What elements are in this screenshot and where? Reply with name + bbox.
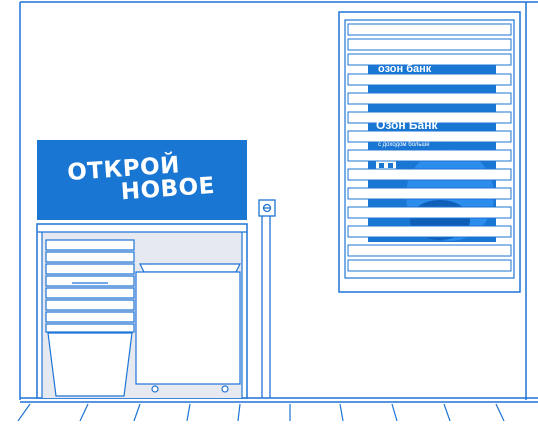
tray [45,239,135,251]
tray [45,275,135,287]
tray [45,299,135,311]
illustration-scene: озон банк Озон Банк с доходом больше ОТК… [0,0,538,422]
blind-slat [347,225,512,238]
tray [45,323,135,333]
tray-bin [47,332,133,397]
window [338,11,521,293]
blind-slat [347,73,512,86]
socket [258,199,276,398]
storage-box [135,263,241,393]
blind-slat [347,53,512,66]
blind-slat [347,149,512,162]
blind-slat [347,23,512,36]
tray [45,287,135,299]
blind-slat [347,244,512,257]
box-body [135,271,241,385]
blind-slat [347,111,512,124]
blind-slat [347,130,512,143]
blind-slat [347,259,512,272]
scene-drawing [17,1,538,422]
blind-slat [347,38,512,51]
blind-slat [347,187,512,200]
floor-stripes [17,403,505,422]
blind-slat [347,168,512,181]
box-wheel [221,385,229,393]
blue-banner [37,140,247,220]
tray [45,263,135,275]
tray [45,251,135,263]
tray [45,311,135,323]
blind-slat [347,206,512,219]
box-wheel [151,385,159,393]
box-lid [139,263,241,273]
blind-slat [347,92,512,105]
